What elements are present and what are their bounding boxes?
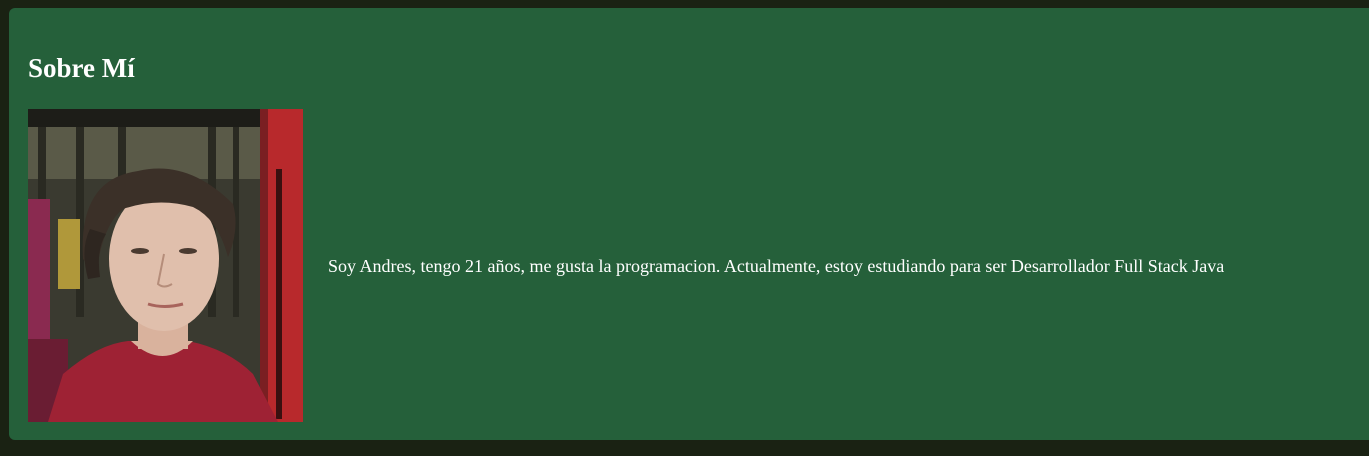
about-section: Sobre Mí Soy Andres, tengo 21 años, me g… [9, 8, 1369, 440]
bio-text: Soy Andres, tengo 21 años, me gusta la p… [328, 256, 1225, 276]
section-title: Sobre Mí [28, 53, 135, 83]
profile-photo [28, 109, 303, 422]
